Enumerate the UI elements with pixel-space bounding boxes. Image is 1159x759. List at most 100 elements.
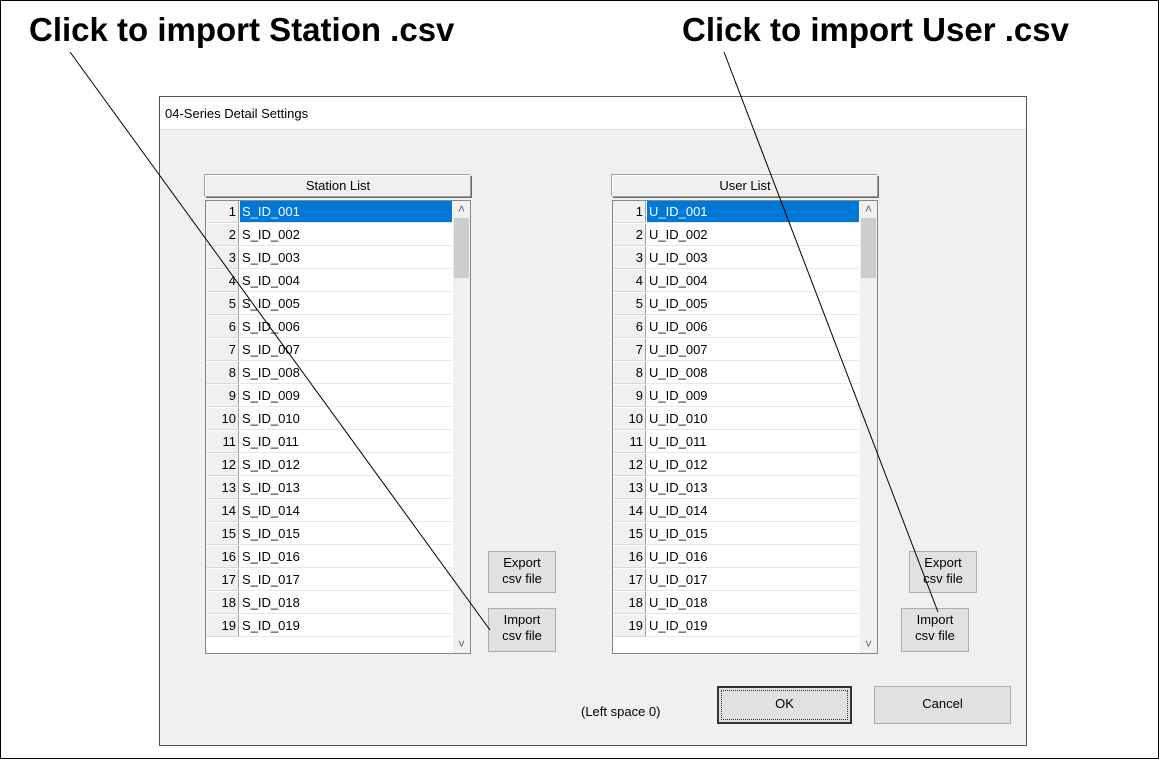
row-number: 16: [206, 546, 239, 568]
station-id-cell[interactable]: S_ID_004: [240, 270, 452, 292]
station-id-cell[interactable]: S_ID_005: [240, 293, 452, 315]
row-number: 4: [206, 270, 239, 292]
station-list-row[interactable]: 1 S_ID_001: [206, 201, 453, 224]
user-list-row[interactable]: 2 U_ID_002: [613, 224, 860, 247]
user-id-cell[interactable]: U_ID_009: [647, 385, 859, 407]
dialog-title: 04-Series Detail Settings: [165, 106, 309, 121]
station-list-row[interactable]: 7 S_ID_007: [206, 339, 453, 362]
user-id-cell[interactable]: U_ID_011: [647, 431, 859, 453]
chevron-up-icon[interactable]: ˄: [453, 201, 470, 218]
user-list-row[interactable]: 18 U_ID_018: [613, 592, 860, 615]
user-list-row[interactable]: 17 U_ID_017: [613, 569, 860, 592]
station-list-row[interactable]: 15 S_ID_015: [206, 523, 453, 546]
user-list-row[interactable]: 13 U_ID_013: [613, 477, 860, 500]
row-number: 10: [613, 408, 646, 430]
user-id-cell[interactable]: U_ID_008: [647, 362, 859, 384]
cancel-button[interactable]: Cancel: [874, 686, 1011, 724]
user-list-row[interactable]: 4 U_ID_004: [613, 270, 860, 293]
station-list-row[interactable]: 13 S_ID_013: [206, 477, 453, 500]
user-id-cell[interactable]: U_ID_006: [647, 316, 859, 338]
station-list-row[interactable]: 3 S_ID_003: [206, 247, 453, 270]
user-id-cell[interactable]: U_ID_003: [647, 247, 859, 269]
station-id-cell[interactable]: S_ID_006: [240, 316, 452, 338]
user-id-cell[interactable]: U_ID_012: [647, 454, 859, 476]
station-list-row[interactable]: 19 S_ID_019: [206, 615, 453, 638]
station-list-row[interactable]: 17 S_ID_017: [206, 569, 453, 592]
user-list-row[interactable]: 14 U_ID_014: [613, 500, 860, 523]
chevron-down-icon[interactable]: ˅: [860, 636, 877, 653]
user-id-cell[interactable]: U_ID_005: [647, 293, 859, 315]
user-list-row[interactable]: 19 U_ID_019: [613, 615, 860, 638]
user-list-row[interactable]: 3 U_ID_003: [613, 247, 860, 270]
user-id-cell[interactable]: U_ID_019: [647, 615, 859, 637]
station-list[interactable]: 19 S_ID_019 18 S_ID_018 17 S_ID_017 16 S_ID_016…: [205, 200, 471, 654]
station-export-csv-button[interactable]: Export csv file: [488, 551, 556, 593]
station-list-row[interactable]: 2 S_ID_002: [206, 224, 453, 247]
user-list-row[interactable]: 15 U_ID_015: [613, 523, 860, 546]
user-list-row[interactable]: 8 U_ID_008: [613, 362, 860, 385]
chevron-down-icon[interactable]: ˅: [453, 636, 470, 653]
station-id-cell[interactable]: S_ID_016: [240, 546, 452, 568]
station-list-row[interactable]: 8 S_ID_008: [206, 362, 453, 385]
chevron-up-icon[interactable]: ˄: [860, 201, 877, 218]
station-scroll-thumb[interactable]: [454, 218, 469, 278]
ok-button[interactable]: OK: [717, 686, 852, 724]
station-id-cell[interactable]: S_ID_009: [240, 385, 452, 407]
station-list-row[interactable]: 14 S_ID_014: [206, 500, 453, 523]
user-id-cell[interactable]: U_ID_013: [647, 477, 859, 499]
user-id-cell[interactable]: U_ID_010: [647, 408, 859, 430]
station-id-cell[interactable]: S_ID_008: [240, 362, 452, 384]
station-id-cell[interactable]: S_ID_007: [240, 339, 452, 361]
station-list-row[interactable]: 4 S_ID_004: [206, 270, 453, 293]
station-list-row[interactable]: 9 S_ID_009: [206, 385, 453, 408]
station-list-row[interactable]: 16 S_ID_016: [206, 546, 453, 569]
station-id-cell[interactable]: S_ID_019: [240, 615, 452, 637]
user-list-header[interactable]: User List: [612, 175, 878, 197]
user-id-cell[interactable]: U_ID_016: [647, 546, 859, 568]
station-id-cell[interactable]: S_ID_017: [240, 569, 452, 591]
row-number: 10: [206, 408, 239, 430]
row-number: 14: [613, 500, 646, 522]
user-list-row[interactable]: 16 U_ID_016: [613, 546, 860, 569]
station-id-cell[interactable]: S_ID_011: [240, 431, 452, 453]
station-id-cell[interactable]: S_ID_010: [240, 408, 452, 430]
station-list-scrollbar[interactable]: ˄ ˅: [453, 201, 470, 653]
station-list-row[interactable]: 18 S_ID_018: [206, 592, 453, 615]
station-id-cell[interactable]: S_ID_002: [240, 224, 452, 246]
user-list-row[interactable]: 11 U_ID_011: [613, 431, 860, 454]
user-list-row[interactable]: 12 U_ID_012: [613, 454, 860, 477]
station-id-cell[interactable]: S_ID_018: [240, 592, 452, 614]
user-import-csv-button[interactable]: Import csv file: [901, 608, 969, 652]
station-list-header[interactable]: Station List: [205, 175, 471, 197]
user-export-csv-button[interactable]: Export csv file: [909, 551, 977, 593]
user-list-row[interactable]: 10 U_ID_010: [613, 408, 860, 431]
user-list-scrollbar[interactable]: ˄ ˅: [860, 201, 877, 653]
station-list-row[interactable]: 11 S_ID_011: [206, 431, 453, 454]
user-list-row[interactable]: 6 U_ID_006: [613, 316, 860, 339]
station-id-cell[interactable]: S_ID_001: [240, 201, 452, 223]
user-id-cell[interactable]: U_ID_018: [647, 592, 859, 614]
user-list-row[interactable]: 7 U_ID_007: [613, 339, 860, 362]
user-id-cell[interactable]: U_ID_002: [647, 224, 859, 246]
user-scroll-thumb[interactable]: [861, 218, 876, 278]
station-list-row[interactable]: 10 S_ID_010: [206, 408, 453, 431]
station-list-row[interactable]: 5 S_ID_005: [206, 293, 453, 316]
station-id-cell[interactable]: S_ID_003: [240, 247, 452, 269]
station-id-cell[interactable]: S_ID_014: [240, 500, 452, 522]
user-id-cell[interactable]: U_ID_007: [647, 339, 859, 361]
user-id-cell[interactable]: U_ID_001: [647, 201, 859, 223]
station-id-cell[interactable]: S_ID_015: [240, 523, 452, 545]
user-list[interactable]: 19 U_ID_019 18 U_ID_018 17 U_ID_017 16 U_ID_016…: [612, 200, 878, 654]
user-id-cell[interactable]: U_ID_004: [647, 270, 859, 292]
user-list-row[interactable]: 5 U_ID_005: [613, 293, 860, 316]
station-import-csv-button[interactable]: Import csv file: [488, 608, 556, 652]
station-id-cell[interactable]: S_ID_013: [240, 477, 452, 499]
station-list-row[interactable]: 6 S_ID_006: [206, 316, 453, 339]
user-id-cell[interactable]: U_ID_014: [647, 500, 859, 522]
user-list-row[interactable]: 9 U_ID_009: [613, 385, 860, 408]
station-list-row[interactable]: 12 S_ID_012: [206, 454, 453, 477]
user-id-cell[interactable]: U_ID_015: [647, 523, 859, 545]
user-id-cell[interactable]: U_ID_017: [647, 569, 859, 591]
user-list-row[interactable]: 1 U_ID_001: [613, 201, 860, 224]
station-id-cell[interactable]: S_ID_012: [240, 454, 452, 476]
